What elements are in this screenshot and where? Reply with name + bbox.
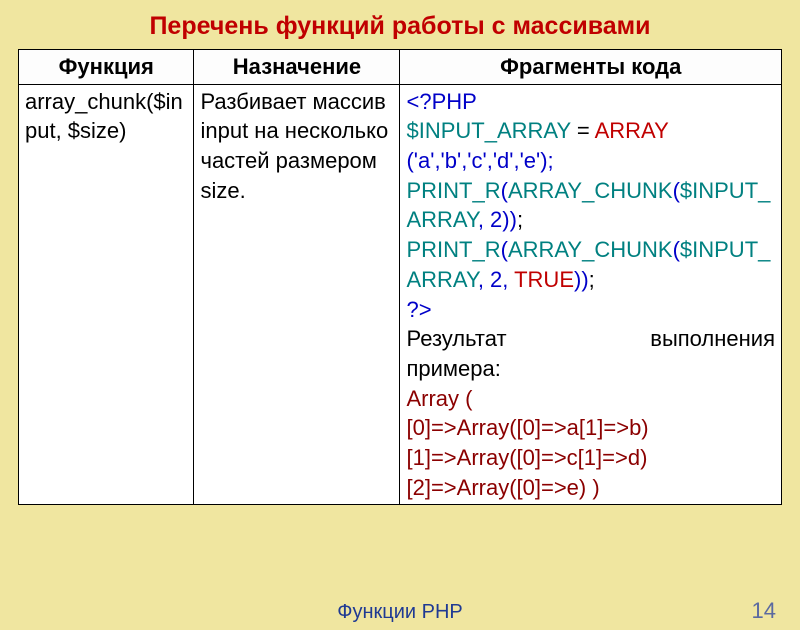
code-paren: (	[501, 178, 508, 203]
cell-function: array_chunk($input, $size)	[19, 84, 194, 505]
header-code: Фрагменты кода	[400, 50, 782, 85]
code-paren: (	[673, 178, 680, 203]
code-func: ARRAY_CHUNK	[508, 237, 673, 262]
code-close-tag: ?>	[406, 297, 431, 322]
header-function: Функция	[19, 50, 194, 85]
code-func: ARRAY_CHUNK	[508, 178, 673, 203]
code-keyword: ARRAY	[595, 118, 669, 143]
code-args: , 2	[478, 207, 502, 232]
code-paren: (	[673, 237, 680, 262]
code-semi: ;	[517, 207, 523, 232]
cell-purpose: Разбивает массив input на несколько част…	[194, 84, 400, 505]
code-args: ('a','b','c','d','e');	[406, 148, 553, 173]
slide-title: Перечень функций работы с массивами	[18, 12, 782, 41]
result-line: [0]=>Array([0]=>a[1]=>b)	[406, 413, 775, 443]
table-row: array_chunk($input, $size) Разбивает мас…	[19, 84, 782, 505]
page-number: 14	[752, 598, 776, 624]
result-line: [2]=>Array([0]=>e) )	[406, 473, 775, 503]
table-header-row: Функция Назначение Фрагменты кода	[19, 50, 782, 85]
code-semi: ;	[589, 267, 595, 292]
result-header-left: Результат	[406, 324, 506, 354]
result-header2: примера:	[406, 354, 775, 384]
functions-table: Функция Назначение Фрагменты кода array_…	[18, 49, 782, 505]
code-var: $INPUT_ARRAY	[406, 118, 570, 143]
code-block: <?PHP $INPUT_ARRAY = ARRAY ('a','b','c',…	[406, 87, 775, 325]
result-line: [1]=>Array([0]=>c[1]=>d)	[406, 443, 775, 473]
slide: Перечень функций работы с массивами Функ…	[0, 0, 800, 630]
code-func: PRINT_R	[406, 178, 500, 203]
cell-code: <?PHP $INPUT_ARRAY = ARRAY ('a','b','c',…	[400, 84, 782, 505]
code-paren: ))	[502, 207, 517, 232]
code-open-tag: <?PHP	[406, 89, 476, 114]
header-purpose: Назначение	[194, 50, 400, 85]
code-func: PRINT_R	[406, 237, 500, 262]
footer-text: Функции PHP	[0, 601, 800, 624]
result-header-right: выполнения	[650, 324, 775, 354]
result-header: Результат выполнения	[406, 324, 775, 354]
code-paren: ))	[574, 267, 589, 292]
code-paren: (	[501, 237, 508, 262]
code-bool: TRUE	[514, 267, 574, 292]
code-args: , 2,	[478, 267, 514, 292]
code-text: =	[571, 118, 595, 143]
result-line: Array (	[406, 384, 775, 414]
